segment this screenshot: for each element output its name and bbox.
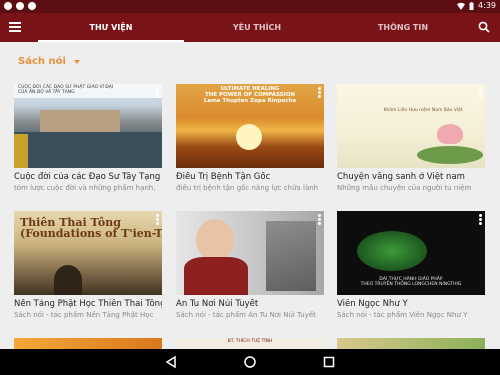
- wifi-icon: [457, 2, 466, 10]
- book-card-peek[interactable]: [14, 338, 162, 349]
- book-cover: ĐẠI THỰC HÀNH GIÁO PHÁP THEO TRUYỀN THỐN…: [337, 211, 485, 295]
- book-title: Điều Trị Bệnh Tận Gốc: [176, 172, 271, 182]
- notification-icon-3: [28, 2, 36, 10]
- book-subtitle: Sách nói - tác phẩm Nền Tảng Phật Học: [14, 311, 154, 319]
- book-card-peek[interactable]: [337, 338, 485, 349]
- book-card[interactable]: ULTIMATE HEALING THE POWER OF COMPASSION…: [176, 84, 324, 192]
- book-card[interactable]: Thiên Thai Tông (Foundations of T'ien-T'…: [14, 211, 162, 319]
- menu-icon[interactable]: [9, 22, 21, 32]
- clock: 4:39: [478, 1, 496, 10]
- more-options-icon[interactable]: [479, 87, 482, 98]
- back-icon[interactable]: [164, 355, 178, 369]
- book-cover: CUỘC ĐỜI CÁC ĐẠO SƯ PHẬT GIÁO VĨ ĐẠI CỦA…: [14, 84, 162, 168]
- cover-text: BT. THÍCH TUỆ TĨNH: [227, 339, 273, 344]
- more-options-icon[interactable]: [318, 214, 321, 225]
- book-title: Nền Tảng Phật Học Thiên Thai Tông: [14, 299, 162, 309]
- chevron-down-icon: [73, 59, 80, 64]
- book-title: Viên Ngọc Như Ý: [337, 299, 408, 309]
- book-card[interactable]: Ẩn Tu Nơi Núi Tuyết Sách nói - tác phẩm …: [176, 211, 324, 319]
- cover-text: ULTIMATE HEALING THE POWER OF COMPASSION…: [203, 86, 297, 104]
- app-bar: THƯ VIỆN YÊU THÍCH THÔNG TIN: [0, 13, 500, 42]
- cover-text: CUỘC ĐỜI CÁC ĐẠO SƯ PHẬT GIÁO VĨ ĐẠI CỦA…: [18, 85, 114, 95]
- category-dropdown[interactable]: Sách nói: [18, 56, 80, 67]
- tab-info[interactable]: THÔNG TIN: [330, 13, 476, 42]
- cover-text: Khâm Liên Hựu niệm Nam Bảo Việt: [383, 108, 463, 113]
- book-title: Ẩn Tu Nơi Núi Tuyết: [176, 299, 259, 309]
- home-icon[interactable]: [243, 355, 257, 369]
- system-nav-bar: [0, 349, 500, 375]
- search-icon[interactable]: [478, 21, 490, 33]
- book-card[interactable]: ĐẠI THỰC HÀNH GIÁO PHÁP THEO TRUYỀN THỐN…: [337, 211, 485, 319]
- recents-icon[interactable]: [322, 355, 336, 369]
- book-subtitle: Sách nói - tác phẩm Ẩn Tu Nơi Núi Tuyết: [176, 311, 316, 319]
- book-card[interactable]: CUỘC ĐỜI CÁC ĐẠO SƯ PHẬT GIÁO VĨ ĐẠI CỦA…: [14, 84, 162, 192]
- book-cover: Khâm Liên Hựu niệm Nam Bảo Việt: [337, 84, 485, 168]
- book-cover: Thiên Thai Tông (Foundations of T'ien-T'…: [14, 211, 162, 295]
- book-subtitle: điều trị bệnh tận gốc năng lực chữa lành: [176, 184, 319, 192]
- more-options-icon[interactable]: [156, 214, 159, 225]
- notification-icon: [4, 2, 12, 10]
- category-label: Sách nói: [18, 56, 66, 67]
- battery-icon: [469, 1, 474, 10]
- more-options-icon[interactable]: [479, 214, 482, 225]
- book-cover: [176, 211, 324, 295]
- book-subtitle: Sách nói - tác phẩm Viên Ngọc Như Ý: [337, 311, 468, 319]
- tab-favorites[interactable]: YÊU THÍCH: [184, 13, 330, 42]
- book-card-peek[interactable]: BT. THÍCH TUỆ TĨNH: [176, 338, 324, 349]
- book-subtitle: tóm lược cuộc đời và những phẩm hạnh,: [14, 184, 156, 192]
- more-options-icon[interactable]: [156, 87, 159, 98]
- tab-library[interactable]: THƯ VIỆN: [38, 13, 184, 42]
- book-cover: ULTIMATE HEALING THE POWER OF COMPASSION…: [176, 84, 324, 168]
- status-bar: 4:39: [0, 0, 500, 13]
- book-card[interactable]: Khâm Liên Hựu niệm Nam Bảo Việt Chuyện v…: [337, 84, 485, 192]
- cover-text: Thiên Thai Tông (Foundations of T'ien-T'…: [20, 216, 162, 240]
- book-subtitle: Những mẫu chuyện của người tu niệm: [337, 184, 472, 192]
- cover-text: ĐẠI THỰC HÀNH GIÁO PHÁP THEO TRUYỀN THỐN…: [360, 277, 462, 287]
- more-options-icon[interactable]: [318, 87, 321, 98]
- book-title: Chuyện văng sanh ở Việt nam: [337, 172, 465, 182]
- book-title: Cuộc đời của các Đạo Sư Tây Tạng: [14, 172, 161, 182]
- notification-icon-2: [16, 2, 24, 10]
